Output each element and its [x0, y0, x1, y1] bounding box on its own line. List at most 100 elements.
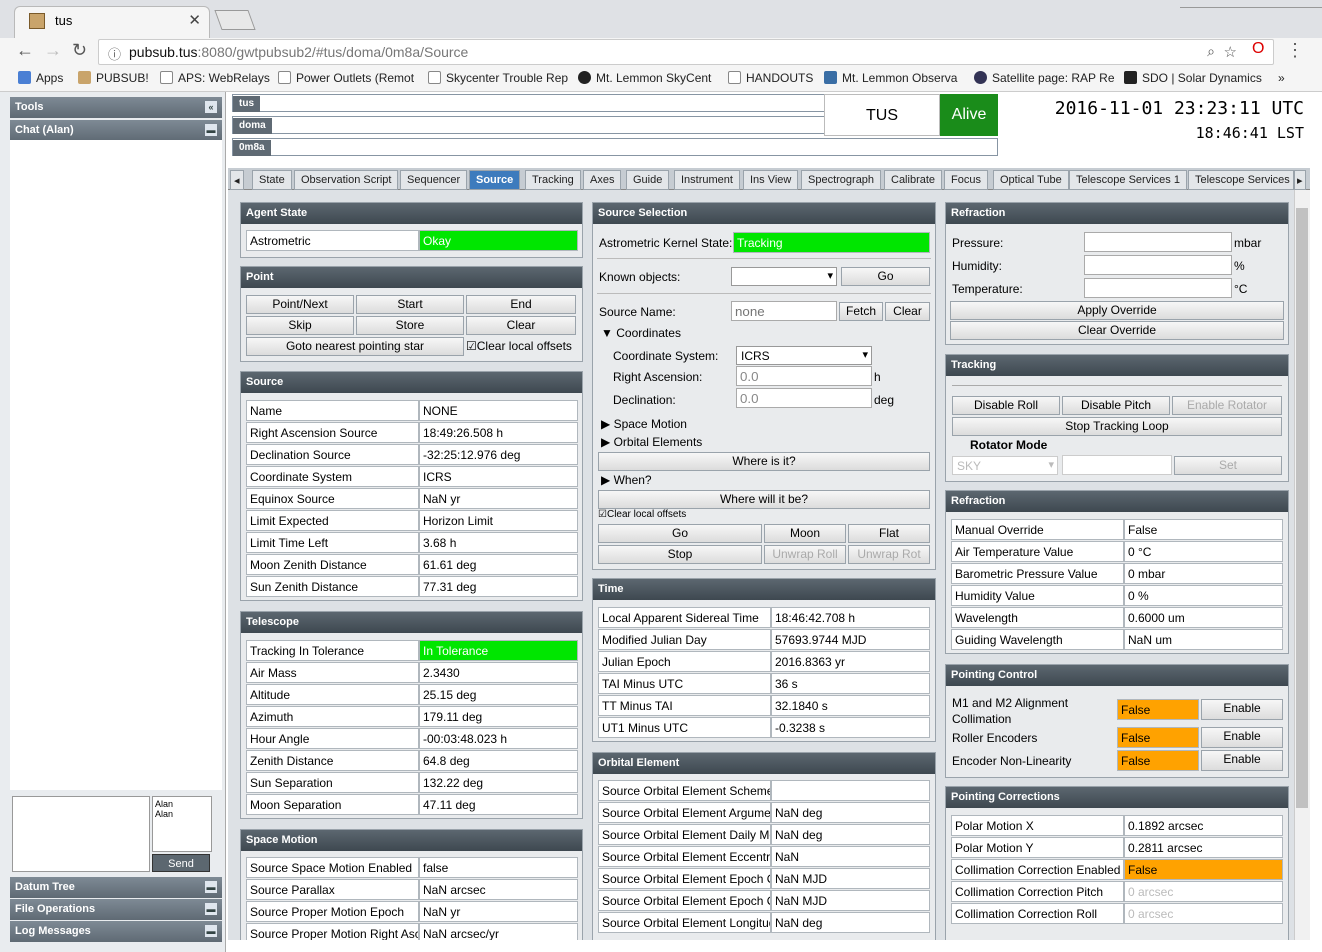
forward-icon[interactable]: → — [44, 40, 62, 61]
tab-instrument[interactable]: Instrument — [674, 170, 740, 190]
new-tab-button[interactable] — [214, 10, 256, 30]
chat-header[interactable]: Chat (Alan) ▬ — [10, 120, 222, 141]
point-next-button[interactable]: Point/Next — [246, 295, 354, 314]
end-button[interactable]: End — [466, 295, 576, 314]
back-icon[interactable]: ← — [16, 40, 34, 61]
expand-icon[interactable]: ▬ — [205, 881, 217, 893]
rotator-mode-select[interactable]: SKY — [952, 456, 1058, 475]
bookmark-lemmon-sky[interactable]: Mt. Lemmon SkyCent — [578, 71, 711, 85]
space-motion-toggle[interactable]: ▶ Space Motion — [601, 417, 687, 431]
when-toggle[interactable]: ▶ When? — [601, 473, 652, 487]
expand-icon[interactable]: ▬ — [205, 925, 217, 937]
ra-input[interactable] — [736, 366, 872, 386]
tab-spectrograph[interactable]: Spectrograph — [801, 170, 882, 190]
source-name-input[interactable] — [731, 301, 837, 321]
known-objects-select[interactable] — [731, 267, 837, 286]
collapse-icon[interactable]: « — [205, 101, 217, 113]
star-icon[interactable]: ☆ — [1224, 43, 1237, 61]
chat-input[interactable] — [12, 796, 150, 872]
start-button[interactable]: Start — [356, 295, 464, 314]
set-button[interactable]: Set — [1174, 456, 1282, 475]
clear-local-offsets-checkbox[interactable]: ☑Clear local offsets — [466, 339, 572, 353]
bookmark-satellite[interactable]: Satellite page: RAP Re — [974, 71, 1115, 85]
tab-state[interactable]: State — [252, 170, 292, 190]
pressure-input[interactable] — [1084, 232, 1232, 252]
enable-rotator-button[interactable]: Enable Rotator — [1172, 396, 1282, 415]
scrollbar-thumb[interactable] — [1296, 208, 1308, 808]
moon-button[interactable]: Moon — [764, 524, 846, 543]
bookmark-webrelays[interactable]: APS: WebRelays — [160, 71, 270, 85]
disable-pitch-button[interactable]: Disable Pitch — [1062, 396, 1170, 415]
tab-guide[interactable]: Guide — [626, 170, 670, 190]
coordinate-system-select[interactable]: ICRS — [736, 346, 872, 365]
apply-override-button[interactable]: Apply Override — [950, 301, 1284, 320]
dec-input[interactable] — [736, 388, 872, 408]
flat-button[interactable]: Flat — [848, 524, 930, 543]
skip-button[interactable]: Skip — [246, 316, 354, 335]
rotator-mode-input[interactable] — [1062, 455, 1172, 475]
clear-override-button[interactable]: Clear Override — [950, 321, 1284, 340]
tab-scroll-right-icon[interactable]: ▸ — [1294, 170, 1306, 190]
breadcrumb-0m8a[interactable]: 0m8a — [232, 138, 998, 156]
window-controls[interactable] — [1180, 0, 1322, 8]
menu-icon[interactable]: ⋮ — [1286, 40, 1304, 61]
tab-observation-script[interactable]: Observation Script — [294, 170, 399, 190]
bookmark-power[interactable]: Power Outlets (Remot — [278, 71, 414, 85]
file-operations-header[interactable]: File Operations ▬ — [10, 899, 222, 920]
tab-axes[interactable]: Axes — [583, 170, 622, 190]
expand-icon[interactable]: ▬ — [205, 903, 217, 915]
reload-icon[interactable]: ↻ — [72, 40, 87, 61]
opera-icon[interactable]: O — [1252, 40, 1264, 58]
tab-ins-view[interactable]: Ins View — [743, 170, 799, 190]
bookmark-pubsub[interactable]: PUBSUB! — [78, 71, 149, 85]
dec-label: Declination: — [613, 393, 676, 407]
bookmarks-more[interactable]: » — [1278, 71, 1285, 85]
humidity-input[interactable] — [1084, 255, 1232, 275]
tab-focus[interactable]: Focus — [944, 170, 988, 190]
clear-button[interactable]: Clear — [466, 316, 576, 335]
where-is-it-button[interactable]: Where is it? — [598, 452, 930, 471]
info-icon[interactable]: ⓘ — [108, 44, 121, 63]
go-button[interactable]: Go — [598, 524, 762, 543]
bookmark-handouts[interactable]: HANDOUTS — [728, 71, 813, 85]
zoom-icon[interactable]: ⌕ — [1207, 43, 1215, 60]
tab-source[interactable]: Source — [469, 170, 521, 190]
bookmark-sdo[interactable]: SDO | Solar Dynamics — [1124, 71, 1262, 85]
close-tab-icon[interactable]: ✕ — [188, 11, 201, 29]
bookmark-lemmon-obs[interactable]: Mt. Lemmon Observa — [824, 71, 957, 85]
tab-tracking[interactable]: Tracking — [525, 170, 581, 190]
where-will-it-be-button[interactable]: Where will it be? — [598, 490, 930, 509]
bookmark-skycenter[interactable]: Skycenter Trouble Rep — [428, 71, 568, 85]
address-bar[interactable]: ⓘ pubsub.tus:8080/gwtpubsub2/#tus/doma/0… — [98, 39, 1274, 65]
tab-telescope-services-1[interactable]: Telescope Services 1 — [1069, 170, 1187, 190]
bookmark-apps[interactable]: Apps — [18, 71, 63, 85]
orbital-elements-toggle[interactable]: ▶ Orbital Elements — [601, 435, 702, 449]
unwrap-roll-button[interactable]: Unwrap Roll — [764, 545, 846, 564]
tools-header[interactable]: Tools « — [10, 97, 222, 118]
coordinates-toggle[interactable]: ▼ Coordinates — [601, 326, 681, 340]
clear-source-button[interactable]: Clear — [885, 302, 930, 321]
minimize-icon[interactable]: ▬ — [205, 124, 217, 136]
stop-button[interactable]: Stop — [598, 545, 762, 564]
enable-button[interactable]: Enable — [1201, 727, 1283, 748]
enable-button[interactable]: Enable — [1201, 699, 1283, 720]
store-button[interactable]: Store — [356, 316, 464, 335]
clear-local-offsets-checkbox[interactable]: ☑Clear local offsets — [598, 509, 686, 520]
temperature-input[interactable] — [1084, 278, 1232, 298]
browser-tab[interactable]: tus ✕ — [14, 6, 210, 38]
tab-sequencer[interactable]: Sequencer — [400, 170, 468, 190]
goto-pointing-star-button[interactable]: Goto nearest pointing star — [246, 337, 464, 356]
unwrap-rot-button[interactable]: Unwrap Rot — [848, 545, 930, 564]
tab-calibrate[interactable]: Calibrate — [884, 170, 943, 190]
disable-roll-button[interactable]: Disable Roll — [952, 396, 1060, 415]
enable-button[interactable]: Enable — [1201, 750, 1283, 771]
fetch-button[interactable]: Fetch — [839, 302, 883, 321]
send-button[interactable]: Send — [152, 854, 210, 872]
tab-optical-tube[interactable]: Optical Tube — [993, 170, 1069, 190]
known-go-button[interactable]: Go — [841, 267, 930, 286]
stop-tracking-loop-button[interactable]: Stop Tracking Loop — [952, 417, 1282, 436]
log-messages-header[interactable]: Log Messages ▬ — [10, 921, 222, 942]
tab-telescope-services-2[interactable]: Telescope Services 2 — [1188, 170, 1294, 190]
datum-tree-header[interactable]: Datum Tree ▬ — [10, 877, 222, 898]
tab-scroll-left-icon[interactable]: ◂ — [230, 170, 244, 190]
